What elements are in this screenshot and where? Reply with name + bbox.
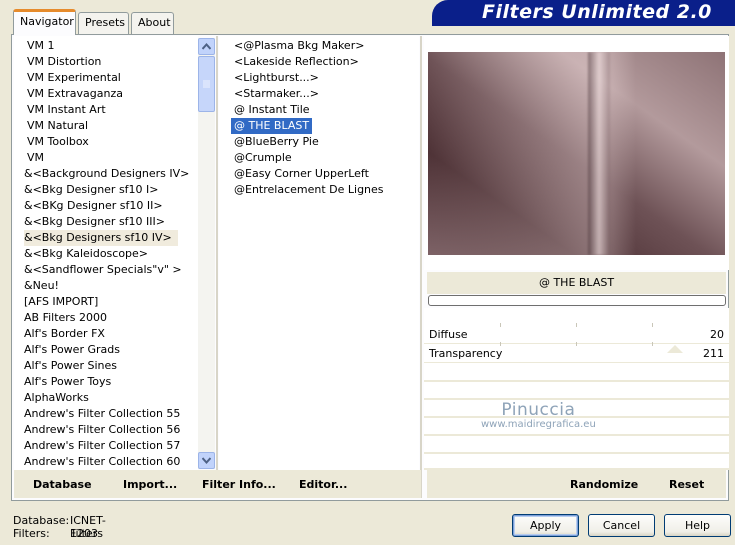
category-item[interactable]: AlphaWorks bbox=[24, 390, 89, 406]
chevron-down-icon bbox=[202, 457, 211, 464]
filter-item[interactable]: <Lakeside Reflection> bbox=[231, 54, 362, 70]
tab-label: Navigator bbox=[20, 15, 74, 28]
watermark-url: www.maidiregrafica.eu bbox=[481, 419, 596, 430]
category-item[interactable]: VM bbox=[27, 150, 44, 166]
cancel-button[interactable]: Cancel bbox=[588, 514, 655, 537]
scroll-down-button[interactable] bbox=[198, 452, 215, 469]
watermark: Pinuccia www.maidiregrafica.eu bbox=[481, 400, 596, 430]
param-label: Diffuse bbox=[429, 328, 468, 341]
category-item[interactable]: VM Toolbox bbox=[27, 134, 89, 150]
grip-icon bbox=[203, 80, 210, 88]
filter-name-label: @ THE BLAST bbox=[427, 272, 726, 294]
category-item[interactable]: &Neu! bbox=[24, 278, 59, 294]
divider bbox=[420, 36, 422, 498]
import-button[interactable]: Import... bbox=[123, 478, 177, 491]
tab-presets[interactable]: Presets bbox=[78, 12, 129, 34]
app-title: Filters Unlimited 2.0 bbox=[482, 1, 712, 23]
chevron-up-icon bbox=[202, 43, 211, 50]
scroll-thumb[interactable] bbox=[198, 56, 215, 112]
slider-tick bbox=[576, 323, 577, 327]
tab-navigator[interactable]: Navigator bbox=[13, 9, 76, 35]
tab-about[interactable]: About bbox=[131, 12, 174, 34]
slider-marker[interactable] bbox=[667, 345, 683, 353]
category-item[interactable]: &<Bkg Designer sf10 I> bbox=[24, 182, 159, 198]
filter-item[interactable]: @ Instant Tile bbox=[231, 102, 313, 118]
tab-label: Presets bbox=[85, 16, 126, 29]
slider-tick bbox=[500, 342, 501, 346]
param-value: 20 bbox=[710, 328, 724, 341]
reset-button[interactable]: Reset bbox=[669, 478, 704, 491]
param-slot-empty bbox=[424, 436, 729, 454]
watermark-name: Pinuccia bbox=[501, 400, 576, 420]
database-info-label: Database: bbox=[13, 514, 70, 527]
divider bbox=[216, 36, 218, 470]
category-item[interactable]: VM Experimental bbox=[27, 70, 121, 86]
filter-name-text: @ THE BLAST bbox=[538, 276, 615, 289]
list-toolbar: Database Import... Filter Info... Editor… bbox=[14, 470, 421, 498]
filter-item[interactable]: @BlueBerry Pie bbox=[231, 134, 322, 150]
category-item[interactable]: VM 1 bbox=[27, 38, 55, 54]
filter-item[interactable]: @Crumple bbox=[231, 150, 295, 166]
scroll-up-button[interactable] bbox=[198, 38, 215, 55]
app-title-banner: Filters Unlimited 2.0 bbox=[432, 0, 735, 26]
slider-tick bbox=[652, 342, 653, 346]
progress-bar bbox=[428, 295, 726, 306]
category-item[interactable]: &<Bkg Kaleidoscope> bbox=[24, 246, 148, 262]
param-label: Transparency bbox=[429, 347, 503, 360]
help-button[interactable]: Help bbox=[664, 514, 731, 537]
category-scrollbar[interactable] bbox=[198, 38, 215, 469]
database-info: Database: ICNET-Filters bbox=[13, 514, 106, 540]
filter-list[interactable]: <@Plasma Bkg Maker> <Lakeside Reflection>… bbox=[219, 36, 419, 470]
category-item[interactable]: Andrew's Filter Collection 55 bbox=[24, 406, 180, 422]
param-value: 211 bbox=[703, 347, 724, 360]
category-item[interactable]: AB Filters 2000 bbox=[24, 310, 107, 326]
filters-info-value: 1203 bbox=[70, 527, 98, 540]
category-item[interactable]: &<Bkg Designers sf10 IV> bbox=[24, 230, 178, 246]
preview-area bbox=[424, 36, 729, 270]
category-item[interactable]: Andrew's Filter Collection 57 bbox=[24, 438, 180, 454]
category-item[interactable]: [AFS IMPORT] bbox=[24, 294, 98, 310]
slider-tick bbox=[576, 342, 577, 346]
filter-item[interactable]: @Easy Corner UpperLeft bbox=[231, 166, 372, 182]
category-list[interactable]: VM 1 VM Distortion VM Experimental VM Extra… bbox=[14, 36, 198, 470]
category-item[interactable]: VM Distortion bbox=[27, 54, 101, 70]
filter-item[interactable]: <Starmaker...> bbox=[231, 86, 322, 102]
category-item[interactable]: Alf's Power Sines bbox=[24, 358, 117, 374]
filter-item[interactable]: <@Plasma Bkg Maker> bbox=[231, 38, 367, 54]
filter-info-button[interactable]: Filter Info... bbox=[202, 478, 276, 491]
category-item[interactable]: VM Natural bbox=[27, 118, 88, 134]
category-item[interactable]: &<Sandflower Specials"v" > bbox=[24, 262, 182, 278]
slider-tick bbox=[652, 323, 653, 327]
param-row-transparency[interactable]: Transparency 211 bbox=[424, 345, 729, 363]
database-button[interactable]: Database bbox=[33, 478, 92, 491]
category-item[interactable]: Andrew's Filter Collection 60 bbox=[24, 454, 180, 470]
filter-item[interactable]: @Entrelacement De Lignes bbox=[231, 182, 387, 198]
apply-button[interactable]: Apply bbox=[512, 514, 579, 537]
category-item[interactable]: VM Instant Art bbox=[27, 102, 106, 118]
category-item[interactable]: Andrew's Filter Collection 56 bbox=[24, 422, 180, 438]
category-item[interactable]: VM Extravaganza bbox=[27, 86, 123, 102]
slider-tick bbox=[500, 323, 501, 327]
category-item[interactable]: &<Background Designers IV> bbox=[24, 166, 189, 182]
preview-image[interactable] bbox=[428, 52, 725, 255]
param-slot-empty bbox=[424, 364, 729, 382]
category-item[interactable]: Alf's Power Grads bbox=[24, 342, 120, 358]
preview-toolbar: Randomize Reset bbox=[427, 470, 726, 498]
category-item[interactable]: &<BKg Designer sf10 II> bbox=[24, 198, 163, 214]
filter-item[interactable]: <Lightburst...> bbox=[231, 70, 322, 86]
param-slot-empty bbox=[424, 382, 729, 400]
tab-label: About bbox=[138, 16, 171, 29]
category-item[interactable]: Alf's Power Toys bbox=[24, 374, 111, 390]
category-item[interactable]: &<Bkg Designer sf10 III> bbox=[24, 214, 165, 230]
filters-info: Filters: 1203 bbox=[13, 527, 98, 540]
editor-button[interactable]: Editor... bbox=[299, 478, 347, 491]
filter-item[interactable]: @ THE BLAST bbox=[231, 118, 313, 134]
param-slot-empty bbox=[424, 454, 729, 470]
randomize-button[interactable]: Randomize bbox=[570, 478, 638, 491]
category-item[interactable]: Alf's Border FX bbox=[24, 326, 105, 342]
filters-info-label: Filters: bbox=[13, 527, 50, 540]
preview-ray bbox=[588, 52, 610, 255]
parameter-panel: Diffuse 20 Transparency 211 bbox=[424, 308, 729, 470]
